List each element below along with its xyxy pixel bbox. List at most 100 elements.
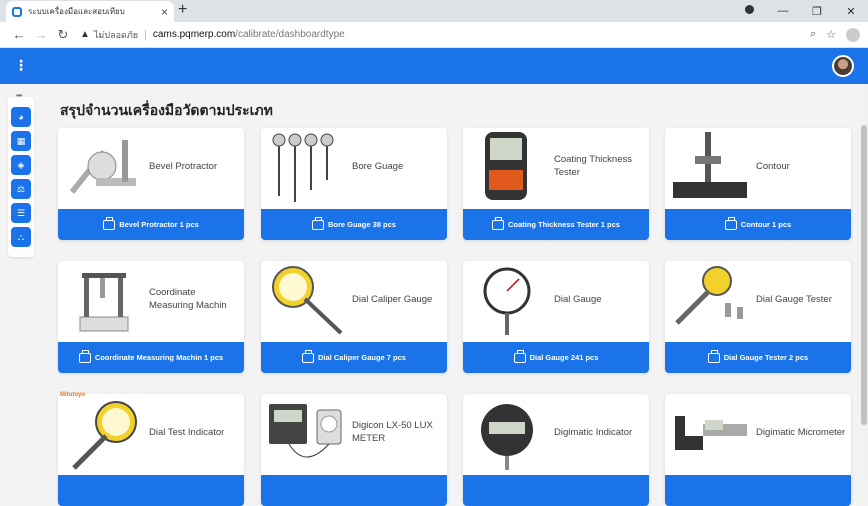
card-bore-guage: Bore Guage Bore Guage 38 pcs bbox=[261, 128, 447, 240]
card-title: Coating Thickness Tester bbox=[554, 154, 632, 178]
dial-test-indicator-image bbox=[72, 401, 137, 470]
sidebar-item-hierarchy[interactable]: ⛬ bbox=[11, 227, 31, 247]
card-title: Dial Caliper Gauge bbox=[352, 293, 433, 305]
back-arrow-icon[interactable]: ← bbox=[8, 27, 30, 42]
dial-gauge-tester-image bbox=[675, 266, 743, 325]
sidebar-item-dashboard[interactable]: ◕ bbox=[11, 107, 31, 127]
card-title: Bore Guage bbox=[352, 160, 404, 172]
card-digimatic-micrometer: Digimatic Micrometer bbox=[665, 394, 851, 506]
card-title: Digicon LX-50 LUX METER bbox=[352, 420, 433, 444]
close-window-button[interactable]: ✕ bbox=[834, 5, 868, 18]
print-icon bbox=[513, 349, 526, 363]
forward-arrow-icon[interactable]: → bbox=[30, 27, 52, 42]
print-icon bbox=[103, 216, 116, 230]
sitemap-icon: ⛬ bbox=[17, 231, 25, 242]
card-button-label: Contour 1 pcs bbox=[740, 220, 792, 229]
card-title: Coordinate Measuring Machin bbox=[149, 287, 227, 311]
account-icon[interactable] bbox=[846, 27, 860, 42]
sidebar-item-layers[interactable]: ◈ bbox=[11, 155, 31, 175]
table-list-icon: ☰ bbox=[16, 207, 26, 218]
new-tab-button[interactable]: + bbox=[178, 1, 187, 19]
address-actions: ⌕ ☆ bbox=[810, 27, 860, 42]
card-count-button[interactable]: Dial Gauge Tester 2 pcs bbox=[665, 342, 851, 373]
insecure-label[interactable]: ไม่ปลอดภัย bbox=[94, 28, 138, 42]
card-count-button[interactable]: Contour 1 pcs bbox=[665, 209, 851, 240]
menu-dots-icon[interactable]: ⋮ bbox=[14, 57, 28, 74]
card-count-button[interactable]: Dial Caliper Gauge 7 pcs bbox=[261, 342, 447, 373]
browser-tabstrip: ระบบเครื่องมือและสอบเทียบ × + — ❐ ✕ bbox=[0, 0, 868, 22]
card-button-label: Bore Guage 38 pcs bbox=[328, 220, 396, 229]
card-coordinate-measuring-machin: Coordinate Measuring Machin Coordinate M… bbox=[58, 261, 244, 373]
card-button-label: Dial Caliper Gauge 7 pcs bbox=[318, 353, 406, 362]
sidebar-item-inventory[interactable]: ▦ bbox=[11, 131, 31, 151]
card-title: Contour bbox=[756, 160, 790, 172]
sidebar-item-calibration[interactable]: ⚖ bbox=[11, 179, 31, 199]
card-title: Digimatic Micrometer bbox=[756, 426, 846, 438]
reload-icon[interactable]: ↻ bbox=[52, 27, 74, 43]
dial-caliper-gauge-image bbox=[272, 266, 343, 335]
bore-gauge-image bbox=[272, 133, 334, 202]
bookmark-star-icon[interactable]: ☆ bbox=[826, 28, 836, 41]
card-dial-gauge: Dial Gauge Dial Gauge 241 pcs bbox=[463, 261, 649, 373]
cmm-image bbox=[79, 273, 129, 332]
balance-scale-icon: ⚖ bbox=[16, 183, 26, 194]
card-count-button[interactable]: Bore Guage 38 pcs bbox=[261, 209, 447, 240]
coating-thickness-tester-image bbox=[485, 132, 527, 200]
print-icon bbox=[302, 349, 315, 363]
card-contour: Contour Contour 1 pcs bbox=[665, 128, 851, 240]
tab-title: ระบบเครื่องมือและสอบเทียบ bbox=[28, 7, 125, 16]
card-title: Dial Gauge Tester bbox=[756, 293, 832, 305]
print-icon bbox=[492, 216, 504, 230]
minimize-button[interactable]: — bbox=[766, 5, 800, 17]
contour-machine-image bbox=[673, 132, 747, 198]
card-digimatic-indicator: Digimatic Indicator bbox=[463, 394, 649, 506]
url-separator: | bbox=[144, 28, 147, 41]
digimatic-micrometer-image bbox=[675, 416, 747, 450]
site-favicon-icon bbox=[12, 6, 22, 17]
avatar[interactable] bbox=[832, 55, 854, 77]
digimatic-indicator-image bbox=[481, 404, 533, 470]
card-dial-caliper-gauge: Dial Caliper Gauge Dial Caliper Gauge 7 … bbox=[261, 261, 447, 373]
window-controls: — ❐ ✕ bbox=[732, 0, 868, 22]
restore-button[interactable]: ❐ bbox=[800, 5, 834, 18]
card-button-label: Bevel Protractor 1 pcs bbox=[119, 220, 199, 229]
card-count-button[interactable]: Coordinate Measuring Machin 1 pcs bbox=[58, 342, 244, 373]
sidebar: ••• ◕ ▦ ◈ ⚖ ☰ ⛬ bbox=[8, 91, 34, 257]
dial-gauge-image bbox=[483, 267, 531, 335]
scrollbar-thumb[interactable] bbox=[861, 125, 867, 425]
address-bar: ← → ↻ ▲ ไม่ปลอดภัย | cams.pqmerp.com /ca… bbox=[0, 22, 868, 48]
app-bar: ⋮ bbox=[0, 48, 868, 84]
print-icon bbox=[312, 216, 325, 230]
print-icon bbox=[707, 349, 720, 363]
url-host: cams.pqmerp.com bbox=[152, 29, 236, 40]
page-scrollbar[interactable] bbox=[860, 85, 868, 480]
layers-icon: ◈ bbox=[17, 159, 25, 170]
sidebar-dots-icon: ••• bbox=[16, 91, 22, 100]
card-title: Digimatic Indicator bbox=[554, 426, 633, 438]
card-button-label: Coating Thickness Tester 1 pcs bbox=[508, 220, 620, 229]
sidebar-item-list[interactable]: ☰ bbox=[11, 203, 31, 223]
card-button-label: Dial Gauge 241 pcs bbox=[529, 353, 599, 362]
url-path: /calibrate/dashboardtype bbox=[235, 29, 345, 40]
boxes-icon: ▦ bbox=[16, 135, 26, 146]
profile-circle-icon[interactable] bbox=[732, 5, 766, 17]
card-coating-thickness-tester: Coating Thickness Tester Coating Thickne… bbox=[463, 128, 649, 240]
card-title: Dial Gauge bbox=[554, 293, 602, 305]
card-count-button[interactable]: Coating Thickness Tester 1 pcs bbox=[463, 209, 649, 240]
url-field[interactable]: ▲ ไม่ปลอดภัย | cams.pqmerp.com /calibrat… bbox=[80, 28, 810, 42]
card-count-button[interactable]: Dial Gauge 241 pcs bbox=[463, 342, 649, 373]
card-bevel-protractor: Bevel Protractor Bevel Protractor 1 pcs bbox=[58, 128, 244, 240]
page-title: สรุปจำนวนเครื่องมือวัดตามประเภท bbox=[60, 102, 273, 118]
zoom-icon[interactable]: ⌕ bbox=[810, 28, 816, 41]
warning-icon[interactable]: ▲ bbox=[80, 29, 90, 40]
card-count-button[interactable]: Bevel Protractor 1 pcs bbox=[58, 209, 244, 240]
lux-meter-image bbox=[269, 404, 342, 458]
bevel-protractor-image bbox=[70, 140, 136, 194]
print-icon bbox=[724, 216, 737, 230]
card-title: Dial Test Indicator bbox=[149, 426, 225, 438]
print-icon bbox=[78, 349, 91, 363]
card-button-label: Coordinate Measuring Machin 1 pcs bbox=[94, 353, 224, 362]
tab-close-icon[interactable]: × bbox=[161, 5, 168, 19]
card-dial-gauge-tester: Dial Gauge Tester Dial Gauge Tester 2 pc… bbox=[665, 261, 851, 373]
browser-tab[interactable]: ระบบเครื่องมือและสอบเทียบ × bbox=[6, 1, 174, 22]
